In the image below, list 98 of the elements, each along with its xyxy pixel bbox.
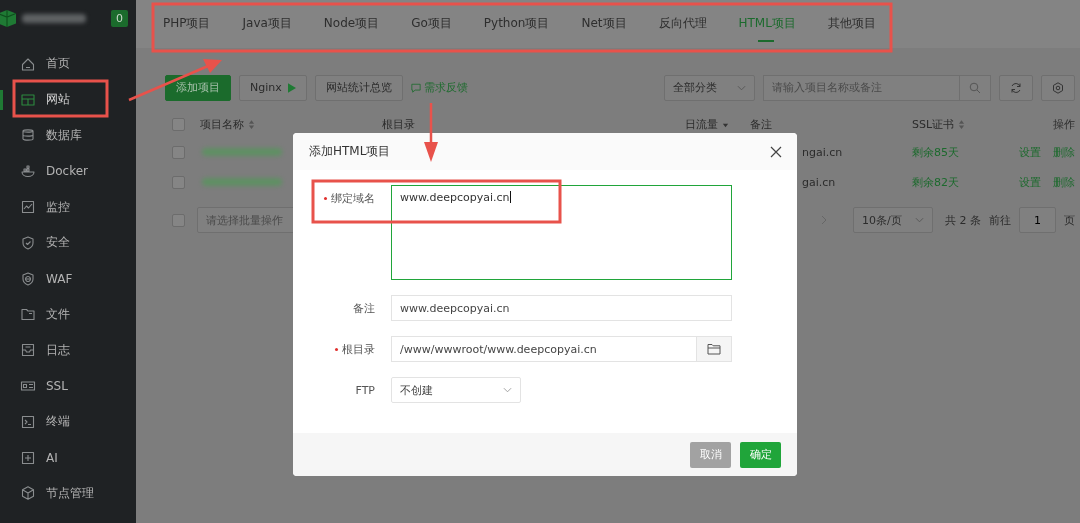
folder-icon (707, 343, 721, 355)
notification-badge[interactable]: 0 (111, 9, 128, 27)
tray-icon (20, 342, 36, 359)
logo-icon (0, 8, 16, 28)
column-header[interactable]: SSL证书 (912, 117, 955, 132)
select-all-checkbox[interactable] (172, 118, 185, 131)
nginx-button[interactable]: Nginx (239, 74, 307, 101)
blurred-server-name (22, 13, 86, 23)
sort-icon (248, 119, 255, 130)
sidebar-item[interactable]: 终端 (0, 403, 136, 440)
site-stats-button[interactable]: 网站统计总览 (314, 74, 403, 101)
search-button[interactable] (959, 74, 991, 101)
column-header: 备注 (750, 117, 772, 132)
project-tab[interactable]: Node项目 (323, 0, 395, 48)
sidebar-item[interactable]: 文件 (0, 296, 136, 333)
row-checkbox[interactable] (172, 145, 185, 159)
field-label: FTP (355, 383, 375, 397)
play-icon (287, 82, 296, 93)
sidebar-label: 首页 (46, 55, 70, 73)
page-suffix: 页 (1064, 212, 1075, 228)
total-count: 共 2 条 (945, 212, 981, 228)
sidebar-label: Docker (46, 164, 89, 179)
column-header: 操作 (1053, 117, 1075, 132)
sidebar-label: 终端 (46, 413, 70, 431)
project-tab[interactable]: 反向代理 (658, 0, 722, 48)
remark-text: ngai.cn (802, 145, 843, 159)
close-icon[interactable] (770, 145, 782, 158)
sidebar-label: 日志 (46, 341, 70, 359)
chevron-down-icon (737, 84, 746, 91)
field-label: 绑定域名 (331, 190, 375, 206)
dialog-title: 添加HTML项目 (309, 143, 391, 160)
ssl-status: 剩余85天 (912, 144, 959, 160)
sidebar-item[interactable]: 数据库 (0, 117, 136, 154)
sidebar-item[interactable]: AI (0, 439, 136, 476)
sidebar-label: WAF (46, 271, 73, 286)
sidebar-label: SSL (46, 379, 68, 394)
sidebar-item[interactable]: 节点管理 (0, 475, 136, 512)
sidebar-item[interactable]: SSL (0, 368, 136, 404)
cancel-button[interactable]: 取消 (690, 441, 731, 468)
settings-button[interactable] (1041, 74, 1075, 101)
sidebar-label: 数据库 (46, 127, 82, 144)
column-header[interactable]: 项目名称 (200, 117, 244, 132)
sidebar-item[interactable]: 监控 (0, 189, 136, 225)
page-size-select[interactable]: 10条/页 (853, 207, 933, 233)
column-header[interactable]: 日流量 (685, 117, 718, 132)
sidebar-item[interactable]: Docker (0, 153, 136, 190)
project-tab[interactable]: Net项目 (581, 0, 642, 48)
project-tab[interactable]: Python项目 (483, 0, 565, 48)
sidebar-label: 监控 (46, 198, 70, 216)
goto-label: 前往 (989, 212, 1011, 228)
chart-icon (20, 199, 36, 216)
page-input[interactable]: 1 (1019, 207, 1056, 233)
remark-input[interactable]: www.deepcopyai.cn (391, 295, 732, 321)
feedback-icon (410, 82, 421, 93)
text-cursor (509, 191, 511, 203)
terminal-icon (20, 413, 36, 430)
sidebar-item[interactable]: 首页 (0, 46, 136, 82)
project-tab[interactable]: 其他项目 (827, 0, 891, 48)
sidebar-label: 文件 (46, 305, 70, 323)
sidebar-item[interactable]: 安全 (0, 225, 136, 261)
shield-icon (20, 234, 36, 251)
batch-checkbox[interactable] (172, 213, 185, 227)
field-label: 根目录 (342, 341, 375, 357)
add-project-button[interactable]: 添加项目 (165, 74, 231, 101)
ssl-status: 剩余82天 (912, 174, 959, 190)
chevron-down-icon (915, 217, 924, 223)
confirm-button[interactable]: 确定 (740, 441, 781, 468)
refresh-icon (1010, 81, 1022, 94)
ftp-select[interactable]: 不创建 (391, 377, 521, 403)
row-checkbox[interactable] (172, 175, 185, 189)
website-icon (20, 91, 36, 108)
sidebar-label: 安全 (46, 234, 70, 252)
cube-icon (20, 485, 36, 502)
sidebar-item[interactable]: 日志 (0, 332, 136, 369)
project-tab[interactable]: Go项目 (411, 0, 467, 48)
category-select[interactable]: 全部分类 (664, 74, 755, 101)
remark-text: gai.cn (802, 175, 836, 189)
column-header: 根目录 (382, 117, 415, 132)
folder-icon (20, 306, 36, 323)
database-icon (20, 127, 36, 144)
sidebar-label: AI (46, 450, 58, 465)
project-tab[interactable]: Java项目 (242, 0, 307, 48)
field-label: 备注 (353, 300, 375, 316)
project-tab[interactable]: PHP项目 (163, 0, 226, 48)
settings-icon (1052, 81, 1064, 94)
shield-icon (20, 270, 36, 287)
browse-folder-button[interactable] (697, 336, 732, 362)
refresh-button[interactable] (999, 74, 1033, 101)
sidebar-label: 网站 (46, 91, 70, 109)
arrow (424, 103, 438, 162)
sidebar-item[interactable]: 网站 (0, 81, 136, 118)
sort-icon (958, 119, 966, 130)
sidebar-item[interactable]: WAF (0, 260, 136, 297)
search-icon (969, 81, 981, 94)
sidebar-label: 节点管理 (46, 484, 94, 502)
domain-textarea[interactable]: www.deepcopyai.cn (391, 185, 732, 280)
root-dir-input[interactable]: /www/wwwroot/www.deepcopyai.cn (391, 336, 697, 362)
chevron-down-icon (503, 387, 512, 393)
